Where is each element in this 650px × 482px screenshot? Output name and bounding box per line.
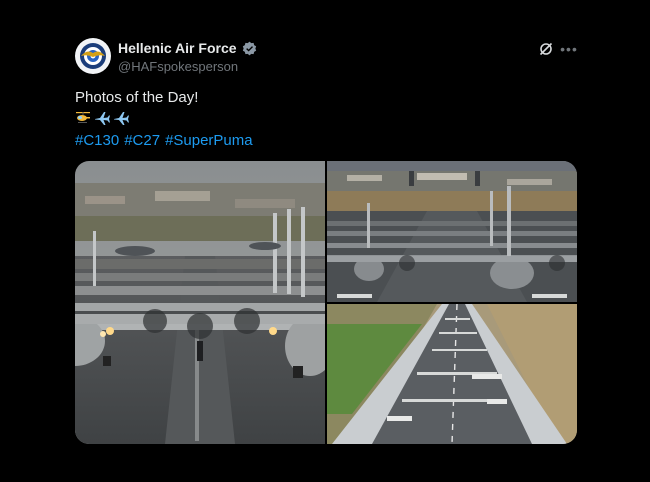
- post-text: Photos of the Day!: [75, 89, 199, 106]
- media-grid: [75, 161, 577, 444]
- photo-formation-taxiing[interactable]: [327, 161, 577, 302]
- author-handle[interactable]: @HAFspokesperson: [118, 59, 238, 74]
- emoji-row: [75, 110, 129, 126]
- author-display-name[interactable]: Hellenic Air Force: [118, 40, 237, 56]
- airplane-icon: [95, 112, 110, 125]
- haf-emblem-icon: [77, 40, 109, 72]
- more-icon[interactable]: •••: [560, 41, 577, 57]
- verified-badge-icon: [242, 41, 256, 55]
- airplane-icon: [114, 112, 129, 125]
- hashtag-superpuma[interactable]: #SuperPuma: [165, 132, 253, 149]
- helicopter-icon: [76, 112, 90, 123]
- hashtag-c130[interactable]: #C130: [75, 132, 119, 149]
- post-container: Hellenic Air Force @HAFspokesperson ••• …: [0, 0, 650, 482]
- grok-icon[interactable]: [538, 41, 554, 57]
- avatar[interactable]: [75, 38, 111, 74]
- hashtag-c27[interactable]: #C27: [124, 132, 160, 149]
- photo-aerial-runway[interactable]: [327, 304, 577, 444]
- author-name-row: Hellenic Air Force: [118, 40, 257, 56]
- hashtag-row: #C130 #C27 #SuperPuma: [75, 132, 253, 149]
- photo-aircraft-lineup[interactable]: [75, 161, 325, 444]
